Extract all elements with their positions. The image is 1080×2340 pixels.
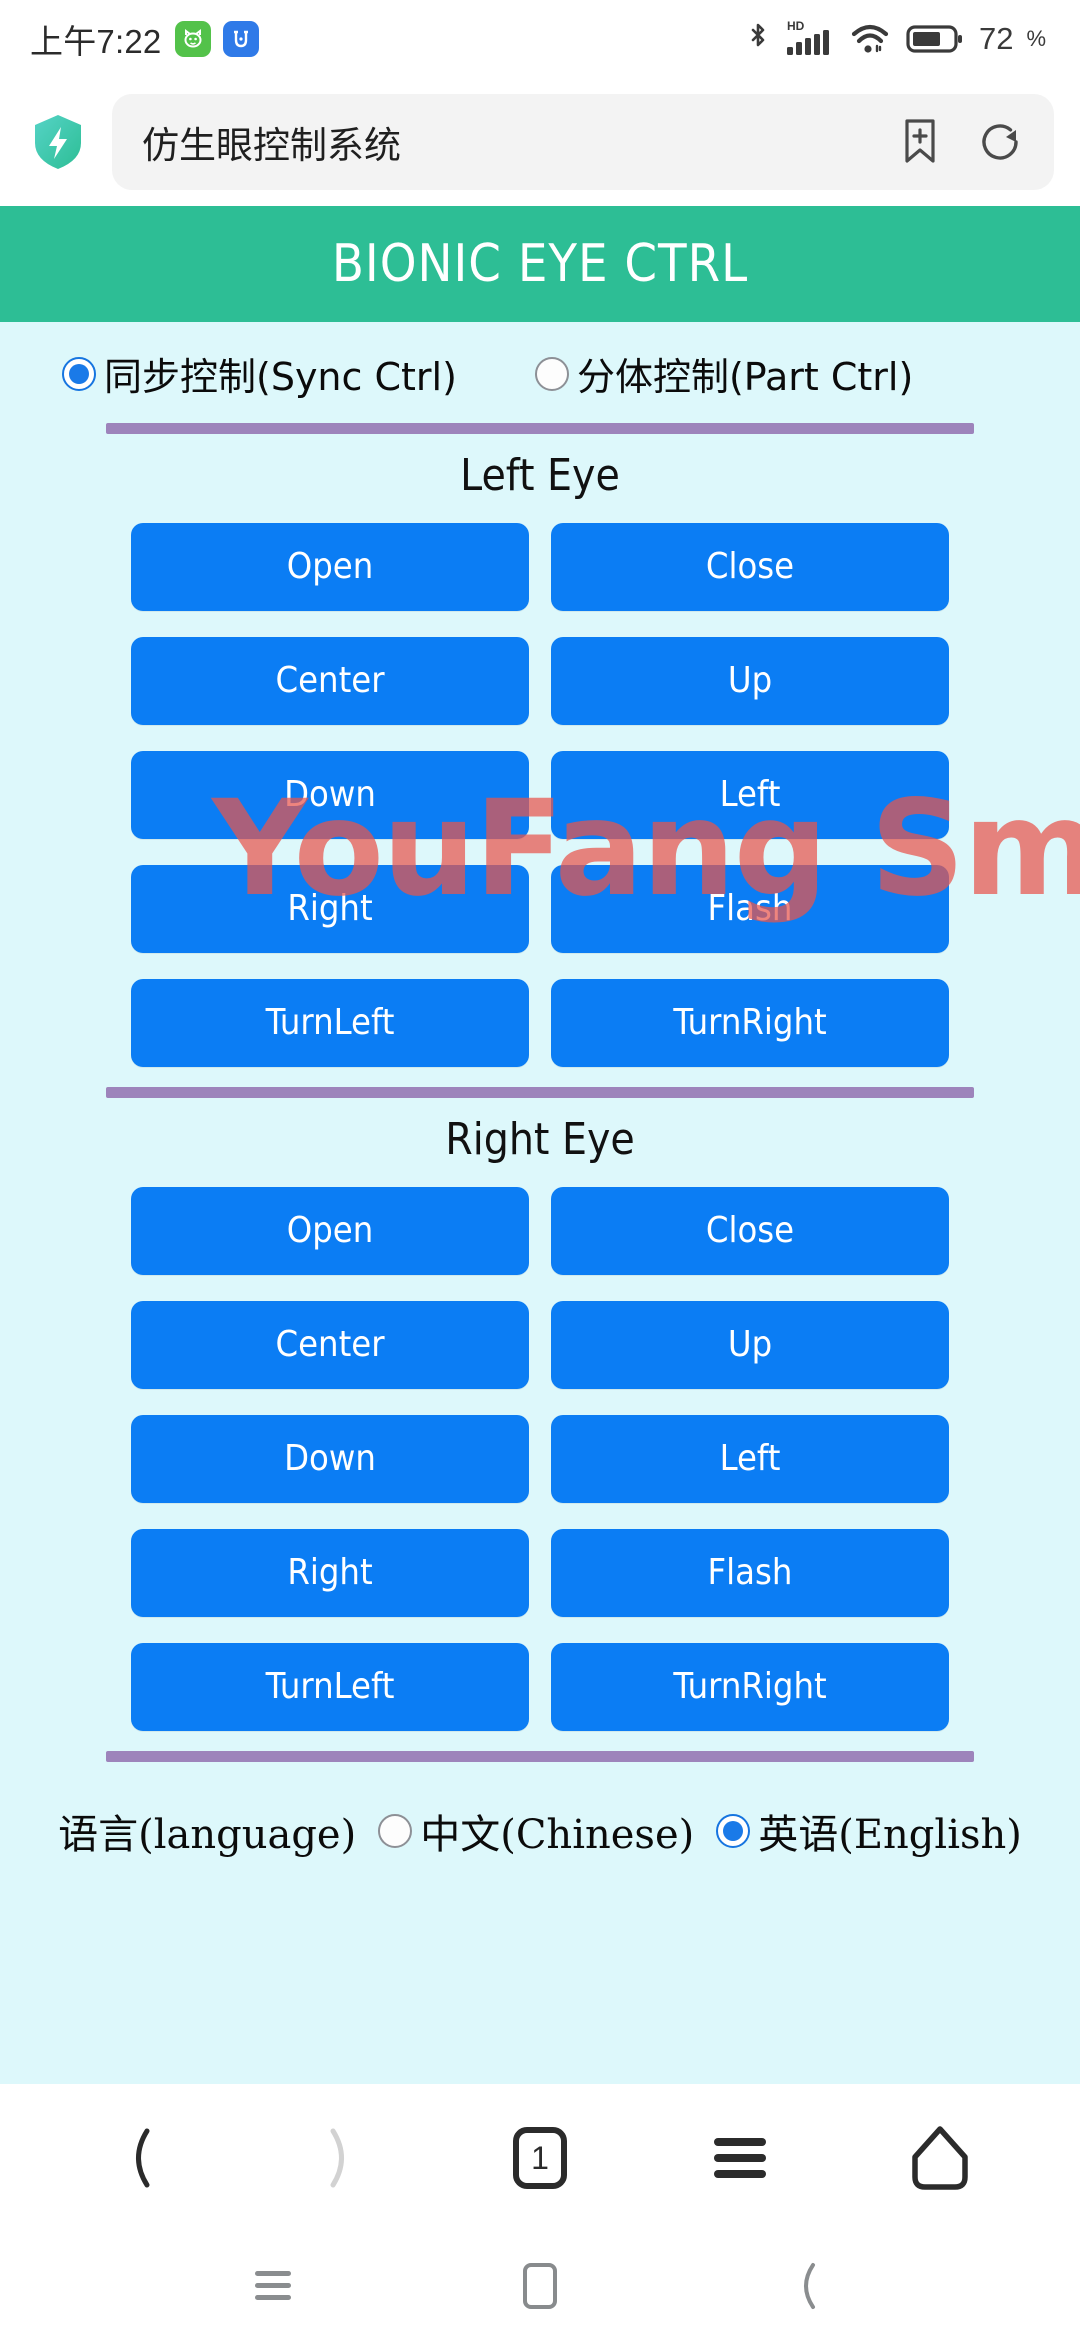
notification-icons xyxy=(175,21,260,57)
right-eye-up-button[interactable]: Up xyxy=(551,1301,949,1389)
status-bar: 上午7:22 HD 72 % xyxy=(0,0,1080,78)
browser-url-bar: 仿生眼控制系统 xyxy=(0,78,1080,206)
left-eye-turnright-button[interactable]: TurnRight xyxy=(551,979,949,1067)
system-back-button[interactable] xyxy=(762,2246,852,2326)
right-eye-open-button[interactable]: Open xyxy=(131,1187,529,1275)
battery-percent: 72 xyxy=(978,21,1014,56)
mode-label-sync: 同步控制(Sync Ctrl) xyxy=(104,355,457,399)
language-label-english: 英语(English) xyxy=(758,1812,1022,1858)
left-eye-down-button[interactable]: Down xyxy=(131,751,529,839)
right-eye-close-button[interactable]: Close xyxy=(551,1187,949,1275)
radio-sync-ctrl[interactable] xyxy=(62,356,96,391)
android-system-nav xyxy=(0,2232,1080,2340)
right-eye-center-button[interactable]: Center xyxy=(131,1301,529,1389)
battery-icon xyxy=(906,25,962,53)
status-bar-clock: 上午7:22 xyxy=(30,23,162,60)
language-option-english[interactable]: 英语(English) xyxy=(716,1802,1022,1860)
browser-home-button[interactable] xyxy=(880,2103,1000,2213)
section-title-right-eye: Right Eye xyxy=(445,1114,635,1165)
green-cat-app-icon xyxy=(175,21,212,57)
right-eye-button-grid: Open Close Center Up Down Left Right Fla… xyxy=(0,1187,1080,1735)
right-eye-turnright-button[interactable]: TurnRight xyxy=(551,1643,949,1731)
language-label: 语言(language) xyxy=(58,1812,357,1858)
language-label-chinese: 中文(Chinese) xyxy=(420,1812,695,1858)
left-eye-turnleft-button[interactable]: TurnLeft xyxy=(131,979,529,1067)
right-eye-right-button[interactable]: Right xyxy=(131,1529,529,1617)
browser-tabs-button[interactable]: 1 xyxy=(480,2103,600,2213)
section-title-left-eye: Left Eye xyxy=(460,450,620,501)
mode-label-part: 分体控制(Part Ctrl) xyxy=(576,355,914,399)
home-square-icon xyxy=(522,2263,557,2309)
divider-bottom xyxy=(106,1751,974,1762)
left-eye-up-button[interactable]: Up xyxy=(551,637,949,725)
app-title: BIONIC EYE CTRL xyxy=(331,234,749,294)
hamburger-menu-icon xyxy=(714,2138,766,2178)
radio-part-ctrl[interactable] xyxy=(534,356,569,391)
mode-option-sync[interactable]: 同步控制(Sync Ctrl) xyxy=(62,346,457,401)
shield-lightning-icon xyxy=(35,115,81,169)
status-bar-indicators: HD 72 % xyxy=(745,17,1046,61)
language-option-chinese[interactable]: 中文(Chinese) xyxy=(378,1802,694,1860)
left-eye-left-button[interactable]: Left xyxy=(551,751,949,839)
browser-menu-button[interactable] xyxy=(680,2103,800,2213)
chevron-left-icon xyxy=(136,2128,150,2188)
radio-english[interactable] xyxy=(716,1814,751,1848)
browser-forward-button[interactable] xyxy=(280,2103,400,2213)
radio-chinese[interactable] xyxy=(378,1814,413,1848)
left-eye-flash-button[interactable]: Flash xyxy=(551,865,949,953)
refresh-icon[interactable] xyxy=(976,116,1024,168)
url-bar-actions xyxy=(898,116,1024,168)
left-eye-center-button[interactable]: Center xyxy=(131,637,529,725)
svg-text:HD: HD xyxy=(787,19,805,33)
back-chevron-icon xyxy=(803,2263,815,2309)
bluetooth-icon xyxy=(751,23,765,47)
battery-percent-unit: % xyxy=(1026,26,1046,51)
browser-back-button[interactable] xyxy=(80,2103,200,2213)
control-mode-row: 同步控制(Sync Ctrl) 分体控制(Part Ctrl) xyxy=(0,322,1080,407)
blue-app-icon xyxy=(223,21,260,57)
right-eye-flash-button[interactable]: Flash xyxy=(551,1529,949,1617)
bookmark-add-icon[interactable] xyxy=(898,116,942,168)
mode-option-part[interactable]: 分体控制(Part Ctrl) xyxy=(534,346,914,401)
language-row: 语言(language) 中文(Chinese) 英语(English) xyxy=(0,1776,1080,1870)
left-eye-button-grid: Open Close Center Up Down Left Right Fla… xyxy=(0,523,1080,1071)
system-home-button[interactable] xyxy=(495,2246,585,2326)
left-eye-open-button[interactable]: Open xyxy=(131,523,529,611)
divider-top xyxy=(106,423,974,434)
tab-count-badge: 1 xyxy=(513,2127,567,2189)
url-input-pill[interactable]: 仿生眼控制系统 xyxy=(112,94,1054,190)
home-icon xyxy=(912,2126,968,2190)
wifi-icon xyxy=(851,24,889,53)
url-title-text[interactable]: 仿生眼控制系统 xyxy=(142,115,898,169)
left-eye-right-button[interactable]: Right xyxy=(131,865,529,953)
right-eye-left-button[interactable]: Left xyxy=(551,1415,949,1503)
right-eye-down-button[interactable]: Down xyxy=(131,1415,529,1503)
divider-middle xyxy=(106,1087,974,1098)
system-recents-button[interactable] xyxy=(228,2246,318,2326)
right-eye-turnleft-button[interactable]: TurnLeft xyxy=(131,1643,529,1731)
browser-bottom-nav: 1 xyxy=(0,2084,1080,2232)
recents-icon xyxy=(255,2271,292,2300)
signal-bars-icon: HD xyxy=(786,19,829,55)
web-page-content: BIONIC EYE CTRL 同步控制(Sync Ctrl) 分体控制(Par… xyxy=(0,206,1080,2084)
chevron-right-icon xyxy=(330,2128,344,2188)
app-header-banner: BIONIC EYE CTRL xyxy=(0,206,1080,322)
left-eye-close-button[interactable]: Close xyxy=(551,523,949,611)
phone-screen: 上午7:22 HD 72 % 仿生眼控制系统 BIONIC EYE CTRL 同… xyxy=(0,0,1080,2340)
